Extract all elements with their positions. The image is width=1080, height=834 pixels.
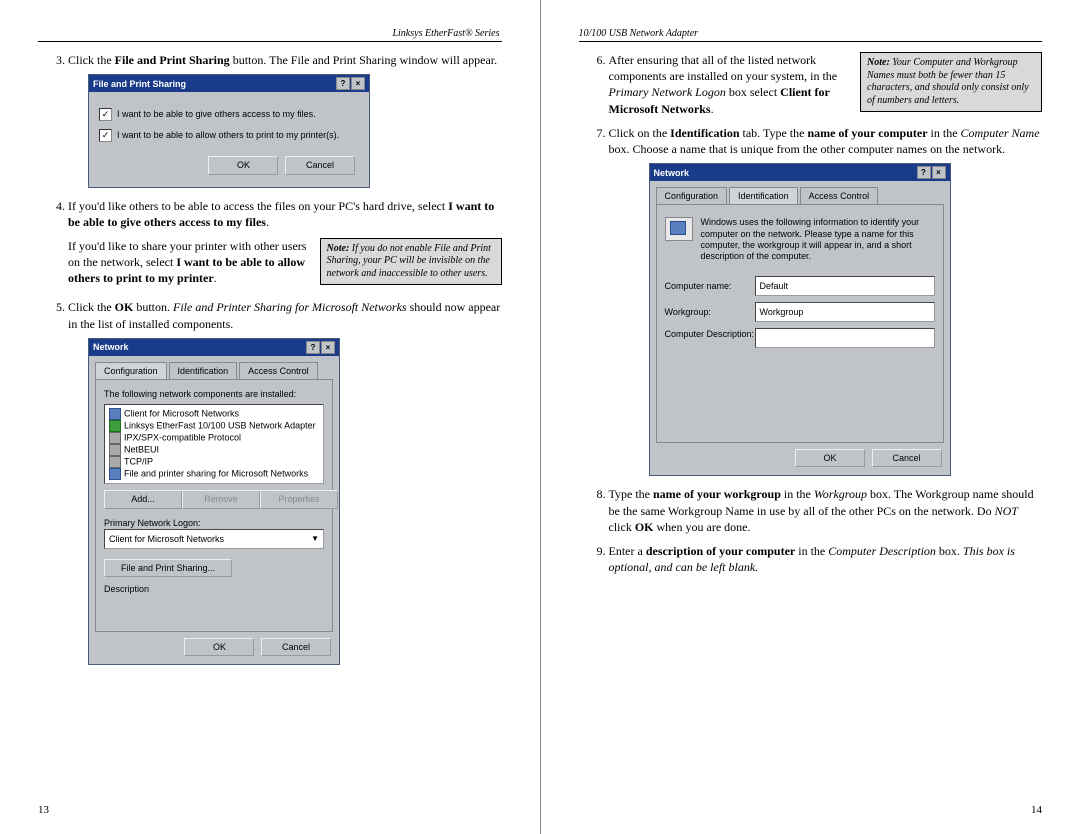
- tab-configuration[interactable]: Configuration: [95, 362, 167, 379]
- computer-name-label: Computer name:: [665, 280, 755, 292]
- step-9: Enter a description of your computer in …: [609, 543, 1043, 575]
- header-left: Linksys EtherFast® Series: [38, 28, 502, 39]
- close-icon[interactable]: ×: [321, 341, 335, 354]
- cancel-button[interactable]: Cancel: [261, 638, 331, 656]
- rule: [579, 41, 1043, 42]
- dialog-title: File and Print Sharing: [93, 78, 186, 90]
- close-icon[interactable]: ×: [932, 166, 946, 179]
- titlebar-buttons: ?×: [335, 77, 365, 90]
- ok-button[interactable]: OK: [795, 449, 865, 467]
- checkbox-icon[interactable]: ✓: [99, 108, 112, 121]
- help-icon[interactable]: ?: [917, 166, 931, 179]
- protocol-icon: [109, 432, 121, 444]
- description-input[interactable]: [755, 328, 935, 348]
- dialog-network-identification: Network ?× Configuration Identification …: [649, 163, 951, 476]
- list-item[interactable]: NetBEUI: [109, 444, 319, 456]
- titlebar: File and Print Sharing ?×: [89, 75, 369, 92]
- client-icon: [109, 408, 121, 420]
- component-buttons: Add... Remove Properties: [104, 490, 324, 508]
- field-workgroup: Workgroup: Workgroup: [665, 302, 935, 322]
- note-box-names: Note: Your Computer and Workgroup Names …: [860, 52, 1042, 112]
- page-number: 13: [38, 804, 49, 816]
- remove-button[interactable]: Remove: [182, 490, 260, 508]
- dialog-title: Network: [93, 341, 129, 353]
- titlebar-buttons: ?×: [916, 166, 946, 179]
- step-8: Type the name of your workgroup in the W…: [609, 486, 1043, 535]
- field-computer-name: Computer name: Default: [665, 276, 935, 296]
- cancel-button[interactable]: Cancel: [285, 156, 355, 174]
- info-text: Windows uses the following information t…: [665, 213, 935, 270]
- chevron-down-icon: ▼: [311, 532, 319, 546]
- dialog-file-print-sharing: File and Print Sharing ?× ✓I want to be …: [88, 74, 370, 187]
- dialog-body: ✓I want to be able to give others access…: [89, 92, 369, 186]
- step-4: If you'd like others to be able to acces…: [68, 198, 502, 292]
- list-label: The following network components are ins…: [104, 388, 324, 400]
- button-row: OK Cancel: [99, 150, 359, 178]
- tabs: Configuration Identification Access Cont…: [650, 181, 950, 204]
- tab-access-control[interactable]: Access Control: [239, 362, 318, 379]
- note-box-sharing: Note: If you do not enable File and Prin…: [320, 238, 502, 286]
- tab-access-control[interactable]: Access Control: [800, 187, 879, 204]
- rule: [38, 41, 502, 42]
- ok-button[interactable]: OK: [184, 638, 254, 656]
- header-right: 10/100 USB Network Adapter: [579, 28, 1043, 39]
- description-group: Description: [104, 583, 324, 623]
- description-label: Description: [104, 583, 324, 595]
- help-icon[interactable]: ?: [306, 341, 320, 354]
- tabs: Configuration Identification Access Cont…: [89, 356, 339, 379]
- field-description: Computer Description:: [665, 328, 935, 348]
- logon-dropdown[interactable]: Client for Microsoft Networks ▼: [104, 529, 324, 549]
- step-7: Click on the Identification tab. Type th…: [609, 125, 1043, 477]
- note-label: Note:: [867, 57, 890, 68]
- page-number: 14: [1031, 804, 1042, 816]
- protocol-icon: [109, 456, 121, 468]
- properties-button[interactable]: Properties: [260, 490, 338, 508]
- workgroup-label: Workgroup:: [665, 306, 755, 318]
- add-button[interactable]: Add...: [104, 490, 182, 508]
- note-label: Note:: [327, 243, 350, 254]
- protocol-icon: [109, 444, 121, 456]
- workgroup-input[interactable]: Workgroup: [755, 302, 935, 322]
- dialog-network-config: Network ?× Configuration Identification …: [88, 338, 340, 665]
- titlebar: Network ?×: [650, 164, 950, 181]
- computer-name-input[interactable]: Default: [755, 276, 935, 296]
- page-left: Linksys EtherFast® Series Click the File…: [0, 0, 540, 834]
- components-listbox[interactable]: Client for Microsoft Networks Linksys Et…: [104, 404, 324, 484]
- step-3: Click the File and Print Sharing button.…: [68, 52, 502, 188]
- tab-panel: Windows uses the following information t…: [656, 204, 944, 443]
- tab-identification[interactable]: Identification: [729, 187, 798, 204]
- list-item[interactable]: File and printer sharing for Microsoft N…: [109, 468, 319, 480]
- list-item[interactable]: Client for Microsoft Networks: [109, 408, 319, 420]
- button-row: OK Cancel: [650, 449, 950, 475]
- tab-identification[interactable]: Identification: [169, 362, 238, 379]
- adapter-icon: [109, 420, 121, 432]
- titlebar-buttons: ?×: [305, 341, 335, 354]
- checkbox-row-files[interactable]: ✓I want to be able to give others access…: [99, 108, 359, 121]
- step-5: Click the OK button. File and Printer Sh…: [68, 299, 502, 665]
- tab-configuration[interactable]: Configuration: [656, 187, 728, 204]
- help-icon[interactable]: ?: [336, 77, 350, 90]
- close-icon[interactable]: ×: [351, 77, 365, 90]
- steps-left: Click the File and Print Sharing button.…: [38, 52, 502, 665]
- titlebar: Network ?×: [89, 339, 339, 356]
- checkbox-row-print[interactable]: ✓I want to be able to allow others to pr…: [99, 129, 359, 142]
- ok-button[interactable]: OK: [208, 156, 278, 174]
- dialog-title: Network: [654, 167, 690, 179]
- checkbox-icon[interactable]: ✓: [99, 129, 112, 142]
- button-row: OK Cancel: [89, 638, 339, 664]
- computer-icon: [665, 217, 693, 241]
- list-item[interactable]: Linksys EtherFast 10/100 USB Network Ada…: [109, 420, 319, 432]
- file-print-sharing-button[interactable]: File and Print Sharing...: [104, 559, 232, 577]
- logon-label: Primary Network Logon:: [104, 517, 324, 529]
- service-icon: [109, 468, 121, 480]
- steps-right: After ensuring that all of the listed ne…: [579, 52, 1043, 575]
- tab-panel: The following network components are ins…: [95, 379, 333, 632]
- page-right: 10/100 USB Network Adapter Note: Your Co…: [541, 0, 1080, 834]
- list-item[interactable]: IPX/SPX-compatible Protocol: [109, 432, 319, 444]
- description-label: Computer Description:: [665, 328, 755, 340]
- list-item[interactable]: TCP/IP: [109, 456, 319, 468]
- cancel-button[interactable]: Cancel: [872, 449, 942, 467]
